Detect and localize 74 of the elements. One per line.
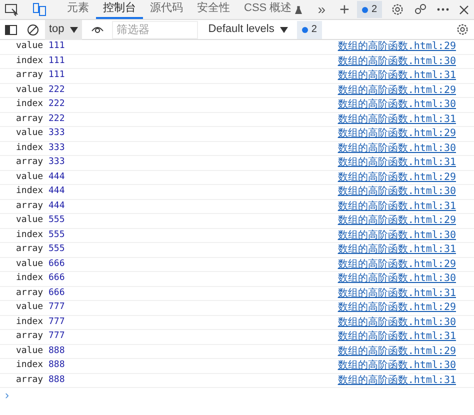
- source-link[interactable]: 数组的高阶函数.html:31: [338, 198, 456, 214]
- log-message: index 666: [16, 272, 65, 285]
- log-message: value 777: [16, 301, 65, 314]
- log-message: value 666: [16, 258, 65, 270]
- log-message: value 333: [16, 127, 65, 140]
- source-link[interactable]: 数组的高阶函数.html:30: [338, 184, 456, 200]
- issues-button[interactable]: 2: [297, 20, 322, 38]
- source-link[interactable]: 数组的高阶函数.html:30: [338, 271, 456, 286]
- log-message: value 111: [16, 40, 65, 53]
- log-message: value 222: [16, 84, 65, 96]
- source-link[interactable]: 数组的高阶函数.html:30: [338, 54, 456, 69]
- source-link[interactable]: 数组的高阶函数.html:29: [338, 213, 456, 228]
- tab[interactable]: 元素: [60, 0, 96, 19]
- sidebar-icon[interactable]: [5, 24, 17, 34]
- source-link[interactable]: 数组的高阶函数.html:30: [338, 314, 456, 330]
- source-link[interactable]: 数组的高阶函数.html:31: [338, 242, 456, 258]
- source-link[interactable]: 数组的高阶函数.html:29: [338, 256, 456, 272]
- source-link[interactable]: 数组的高阶函数.html:29: [338, 344, 456, 359]
- settings-icon[interactable]: [456, 23, 469, 36]
- source-link[interactable]: 数组的高阶函数.html:30: [338, 140, 456, 156]
- issues-button[interactable]: 2: [357, 1, 382, 18]
- log-message: array 777: [16, 330, 65, 343]
- source-link[interactable]: 数组的高阶函数.html:31: [338, 329, 456, 344]
- log-message: array 666: [16, 286, 65, 300]
- settings-icon[interactable]: [391, 3, 404, 16]
- caret-icon: [280, 26, 288, 32]
- log-message: index 888: [16, 359, 65, 372]
- inspect-icon[interactable]: [5, 4, 18, 16]
- log-message: value 444: [16, 170, 65, 184]
- new-tab-button[interactable]: +: [339, 1, 350, 18]
- log-message: array 555: [16, 243, 65, 256]
- people-icon[interactable]: [414, 3, 427, 16]
- source-link[interactable]: 数组的高阶函数.html:31: [338, 286, 456, 301]
- log-message: index 444: [16, 185, 65, 198]
- prompt-icon: ›: [5, 389, 9, 401]
- source-link[interactable]: 数组的高阶函数.html:31: [338, 68, 456, 84]
- log-message: array 444: [16, 200, 65, 212]
- flask-icon: [294, 6, 302, 14]
- levels-dropdown[interactable]: Default levels: [205, 21, 292, 38]
- source-link[interactable]: 数组的高阶函数.html:29: [338, 170, 456, 185]
- source-link[interactable]: 数组的高阶函数.html:29: [338, 300, 456, 316]
- eye-icon[interactable]: [91, 25, 104, 34]
- close-icon[interactable]: [459, 4, 469, 14]
- log-message: index 555: [16, 228, 65, 242]
- source-link[interactable]: 数组的高阶函数.html:30: [338, 228, 456, 243]
- source-link[interactable]: 数组的高阶函数.html:29: [338, 82, 456, 98]
- device-icon[interactable]: [33, 3, 46, 16]
- source-link[interactable]: 数组的高阶函数.html:31: [338, 155, 456, 170]
- log-message: index 333: [16, 142, 65, 154]
- log-message: index 111: [16, 54, 65, 68]
- tab[interactable]: 安全性: [190, 0, 237, 19]
- filter-field[interactable]: 筛选器: [112, 20, 198, 38]
- tab[interactable]: 源代码: [143, 0, 190, 19]
- more-icon[interactable]: [437, 8, 449, 11]
- log-message: array 111: [16, 69, 65, 82]
- context-dropdown[interactable]: top: [45, 20, 82, 40]
- source-link[interactable]: 数组的高阶函数.html:30: [338, 358, 456, 374]
- log-message: value 555: [16, 214, 65, 227]
- log-message: index 222: [16, 98, 65, 111]
- log-message: array 222: [16, 112, 65, 126]
- source-link[interactable]: 数组的高阶函数.html:31: [338, 112, 456, 127]
- log-message: array 333: [16, 156, 65, 169]
- tab[interactable]: 控制台: [96, 0, 143, 19]
- log-message: array 888: [16, 374, 65, 386]
- log-message: index 777: [16, 316, 65, 328]
- source-link[interactable]: 数组的高阶函数.html:29: [338, 39, 456, 54]
- tab[interactable]: CSS 概述: [237, 0, 299, 19]
- clear-icon[interactable]: [27, 24, 39, 36]
- source-link[interactable]: 数组的高阶函数.html:31: [338, 372, 456, 388]
- source-link[interactable]: 数组的高阶函数.html:29: [338, 126, 456, 142]
- more-tabs-button[interactable]: »: [318, 0, 326, 20]
- log-message: value 888: [16, 344, 65, 358]
- caret-icon: [70, 26, 78, 32]
- source-link[interactable]: 数组的高阶函数.html:30: [338, 97, 456, 112]
